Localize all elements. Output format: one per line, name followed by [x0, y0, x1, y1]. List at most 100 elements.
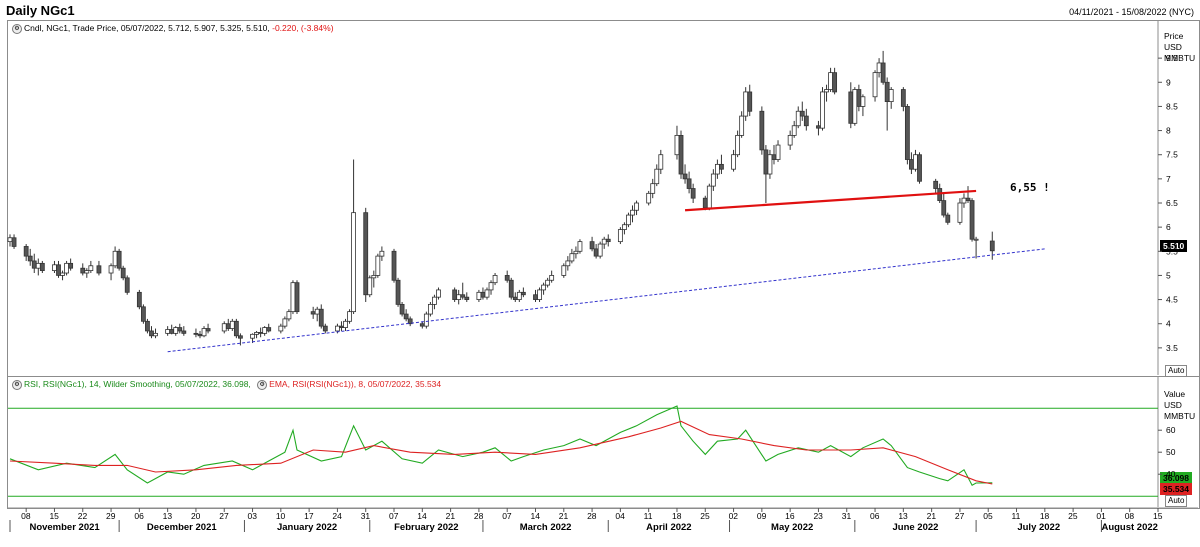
x-month-label: April 2022: [646, 522, 691, 533]
candle: [658, 149, 664, 175]
candle-body-up: [484, 289, 490, 298]
candle-body-down: [120, 267, 126, 279]
candle-body-up: [626, 214, 631, 226]
candle-body-down: [399, 303, 405, 315]
candle: [290, 280, 296, 315]
price-ytick-label: 5: [1166, 270, 1171, 280]
candle-body-up: [565, 260, 571, 267]
candle: [771, 145, 777, 165]
candle-body-down: [116, 250, 122, 269]
candle: [286, 309, 292, 322]
candle-body-down: [11, 237, 17, 247]
candle-body-down: [238, 335, 243, 339]
candle-body-down: [149, 330, 154, 337]
candle: [678, 130, 684, 179]
candle: [11, 234, 17, 249]
candle-body-up: [335, 325, 340, 332]
candle-body-up: [658, 154, 664, 170]
candle: [593, 244, 599, 259]
candle: [860, 94, 866, 117]
candle-body-up: [52, 264, 57, 272]
candle: [884, 77, 890, 131]
candle: [112, 246, 118, 269]
candle: [961, 193, 967, 208]
candle-body-up: [743, 91, 749, 117]
candle-body-up: [622, 224, 627, 230]
candle: [153, 328, 158, 339]
candle: [565, 256, 571, 271]
candle-body-up: [674, 134, 680, 156]
candle-body-down: [759, 110, 765, 151]
candle: [339, 321, 344, 331]
candle-body-down: [136, 291, 142, 308]
candle-body-down: [589, 241, 595, 250]
candle: [650, 178, 656, 199]
candle: [254, 330, 259, 339]
x-day-tick-label: 28: [587, 511, 597, 521]
candle-body-down: [941, 200, 947, 216]
candle: [464, 292, 470, 302]
candle: [731, 149, 736, 172]
candle: [403, 309, 409, 322]
candle: [145, 318, 150, 334]
candle-body-up: [872, 72, 878, 98]
candle-body-down: [339, 325, 344, 328]
candle-body-up: [767, 154, 773, 175]
candle: [714, 159, 720, 179]
candle: [419, 321, 425, 329]
candle: [60, 270, 65, 281]
candle-body-up: [787, 134, 793, 146]
price-ytick-label: 4.5: [1166, 295, 1178, 305]
candle: [96, 260, 102, 276]
candle-body-down: [395, 279, 401, 305]
candle-body-up: [573, 250, 579, 255]
candle: [221, 321, 227, 334]
candle: [80, 263, 86, 276]
rsi-ytick-label: 40: [1166, 469, 1176, 479]
candle-body-down: [799, 110, 805, 117]
candle-body-down: [403, 313, 409, 320]
candle: [504, 270, 510, 283]
candle-body-down: [181, 330, 187, 334]
candle: [904, 104, 910, 165]
candle-body-up: [432, 296, 437, 305]
candle: [484, 287, 490, 300]
candle-body-down: [169, 329, 175, 334]
x-day-tick-label: 15: [1153, 511, 1163, 521]
candle: [626, 212, 631, 228]
candle: [880, 50, 886, 85]
candle: [791, 120, 797, 138]
candle-body-down: [593, 248, 599, 257]
candle: [367, 275, 373, 298]
candle-body-down: [23, 246, 29, 257]
candle: [941, 193, 947, 218]
candle-body-up: [278, 325, 284, 332]
candle-body-up: [601, 238, 607, 245]
candle: [52, 260, 57, 274]
candle: [622, 222, 627, 235]
rsi-line: [9, 405, 993, 486]
candle: [577, 239, 583, 254]
rsi-ytick-label: 60: [1166, 425, 1176, 435]
candle-body-down: [460, 294, 466, 298]
candle: [617, 227, 623, 245]
candle: [686, 171, 692, 194]
candle-body-down: [747, 91, 753, 112]
candle: [533, 289, 538, 302]
candle: [88, 260, 94, 274]
price-ytick-label: 8.5: [1166, 101, 1178, 111]
candle-body-down: [419, 323, 425, 327]
candle: [872, 70, 878, 102]
x-month-label: May 2022: [771, 522, 813, 533]
x-day-tick-label: 21: [559, 511, 569, 521]
candle-body-up: [201, 328, 207, 337]
candle: [278, 323, 284, 334]
candle: [573, 246, 579, 259]
chart-canvas[interactable]: 3.5 4 4.5 5 5.5 6 6.5 7 7.5 8 8.5 9 9.5 40 50 60 08 15 22 2…: [0, 0, 1200, 547]
candle-body-up: [375, 255, 381, 276]
x-day-tick-label: 27: [219, 511, 229, 521]
candle-body-up: [714, 163, 720, 175]
candle-body-down: [39, 262, 45, 272]
candle-body-up: [537, 289, 542, 300]
candle-body-up: [852, 89, 858, 124]
